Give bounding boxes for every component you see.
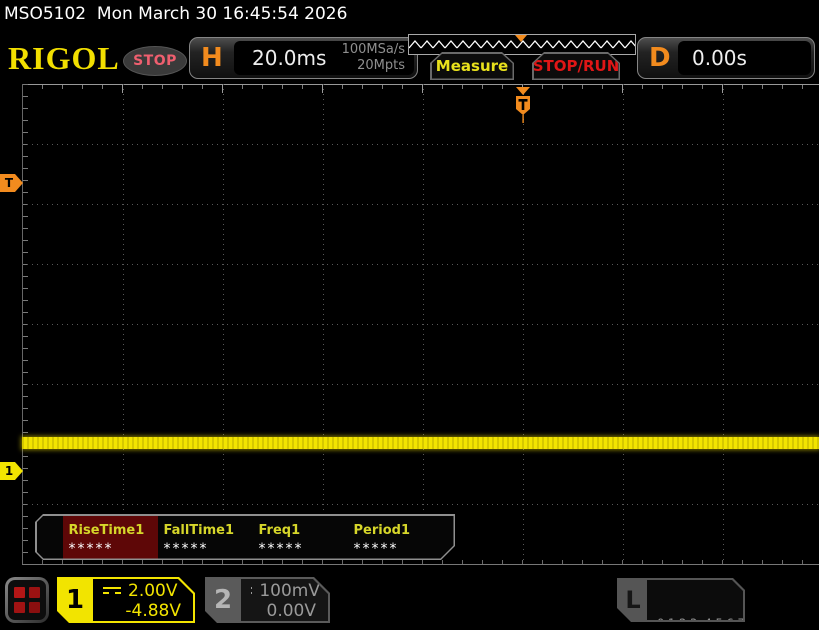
rigol-logo: RIGOL (8, 40, 120, 77)
measurement-falltime[interactable]: FallTime1 ***** (158, 516, 253, 559)
channel1-status-block[interactable]: 1 2.00V -4.88V (57, 577, 195, 623)
oscilloscope-screen: MSO5102 Mon March 30 16:45:54 2026 RIGOL… (0, 0, 819, 630)
waveform-overview-strip[interactable] (408, 34, 636, 55)
channel1-number: 1 (57, 577, 93, 623)
horizontal-label: H (201, 38, 223, 78)
logic-channel-numbers: 0 1 2 3 4 5 6 7 8 9 10 11 12 13 14 15 (647, 580, 743, 620)
gridline-horizontal (22, 144, 819, 145)
gridline-horizontal (22, 504, 819, 505)
channel1-scale: 2.00V (128, 581, 177, 601)
channel2-scale: 100mV (259, 581, 320, 601)
graticule-top-major-ticks (22, 85, 819, 93)
acquisition-info: 100MSa/s 20Mpts (342, 42, 414, 75)
stop-run-button[interactable]: STOP/RUN (532, 52, 620, 80)
trigger-level-marker[interactable]: T (0, 174, 23, 192)
delay-label: D (649, 38, 671, 78)
gridline-horizontal-center (22, 324, 819, 325)
delay-value: 0.00s (678, 46, 747, 70)
sample-rate: 100MSa/s (342, 42, 405, 58)
measurement-period[interactable]: Period1 ***** (348, 516, 443, 559)
menu-grid-icon (8, 580, 46, 620)
channel2-number: 2 (205, 577, 241, 623)
horizontal-settings-block[interactable]: H 20.0ms 100MSa/s 20Mpts (189, 37, 418, 79)
measurement-freq[interactable]: Freq1 ***** (253, 516, 348, 559)
overview-trigger-position-icon[interactable] (515, 35, 527, 42)
channel2-offset: 0.00V (251, 601, 320, 621)
gridline-horizontal (22, 264, 819, 265)
channel1-offset-marker[interactable]: 1 (0, 462, 23, 480)
logic-analyzer-label: L (617, 578, 649, 622)
channel1-offset: -4.88V (103, 601, 185, 621)
logic-analyzer-block[interactable]: L 0 1 2 3 4 5 6 7 8 9 10 11 12 13 14 15 (617, 578, 745, 622)
menu-grid-button[interactable] (5, 577, 49, 623)
run-state-badge: STOP (123, 46, 187, 76)
graticule-bottom-ticks (22, 560, 819, 564)
channel1-trace (22, 437, 819, 449)
memory-depth: 20Mpts (342, 58, 405, 74)
measurement-panel: RiseTime1 ***** FallTime1 ***** Freq1 **… (35, 514, 455, 560)
delay-settings-block[interactable]: D 0.00s (637, 37, 815, 79)
graticule-bottom-border (22, 564, 819, 565)
dc-coupling-icon (251, 587, 252, 598)
dc-coupling-icon (103, 587, 121, 598)
channel2-status-block[interactable]: 2 100mV 0.00V (205, 577, 330, 623)
timebase-value: 20.0ms (234, 46, 326, 70)
trigger-position-marker[interactable] (513, 87, 533, 123)
gridline-horizontal (22, 204, 819, 205)
gridline-horizontal (22, 384, 819, 385)
model-and-datetime: MSO5102 Mon March 30 16:45:54 2026 (4, 4, 347, 24)
measurement-risetime[interactable]: RiseTime1 ***** (63, 516, 158, 559)
measure-button[interactable]: Measure (430, 52, 514, 80)
